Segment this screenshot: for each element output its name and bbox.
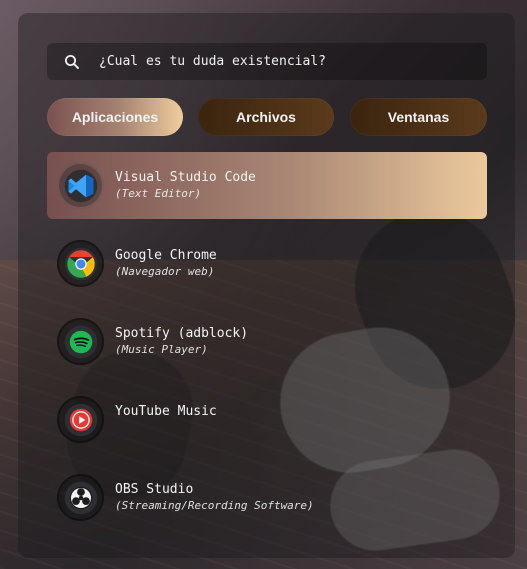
launcher-screen: Aplicaciones Archivos Ventanas Visual St… bbox=[0, 0, 527, 569]
app-text: OBS Studio (Streaming/Recording Software… bbox=[115, 482, 475, 513]
search-icon bbox=[63, 53, 81, 71]
app-icon-wrap bbox=[57, 396, 104, 443]
tab-label: Ventanas bbox=[387, 109, 450, 125]
tabs: Aplicaciones Archivos Ventanas bbox=[47, 98, 487, 136]
list-item[interactable]: YouTube Music bbox=[47, 386, 487, 453]
app-description: (Text Editor) bbox=[115, 187, 202, 200]
app-icon-wrap bbox=[57, 240, 104, 287]
app-description: (Navegador web) bbox=[115, 265, 215, 278]
search-bar[interactable] bbox=[47, 43, 487, 80]
search-input[interactable] bbox=[99, 54, 459, 69]
app-list: Visual Studio Code (Text Editor) Google … bbox=[47, 152, 487, 542]
app-text: Google Chrome (Navegador web) bbox=[115, 248, 475, 279]
app-text: Visual Studio Code (Text Editor) bbox=[115, 170, 475, 201]
app-text: YouTube Music bbox=[115, 404, 475, 421]
tab-ventanas[interactable]: Ventanas bbox=[350, 98, 487, 136]
app-name: YouTube Music bbox=[115, 404, 217, 419]
app-name: Spotify (adblock) bbox=[115, 326, 249, 341]
list-item[interactable]: Spotify (adblock) (Music Player) bbox=[47, 308, 487, 375]
app-name: Visual Studio Code bbox=[115, 170, 256, 185]
list-item[interactable]: Google Chrome (Navegador web) bbox=[47, 230, 487, 297]
spotify-icon bbox=[64, 325, 97, 358]
list-item[interactable]: OBS Studio (Streaming/Recording Software… bbox=[47, 464, 487, 531]
app-name: OBS Studio bbox=[115, 482, 194, 497]
app-icon-wrap bbox=[57, 318, 104, 365]
tab-archivos[interactable]: Archivos bbox=[198, 98, 334, 136]
obs-icon bbox=[64, 481, 97, 514]
app-description: (Music Player) bbox=[115, 343, 208, 356]
tab-aplicaciones[interactable]: Aplicaciones bbox=[47, 98, 183, 136]
vscode-icon bbox=[64, 169, 97, 202]
tab-label: Aplicaciones bbox=[71, 109, 159, 125]
app-description: (Streaming/Recording Software) bbox=[115, 499, 314, 512]
tab-label: Archivos bbox=[236, 109, 296, 125]
app-icon-wrap bbox=[57, 474, 104, 521]
app-icon-wrap bbox=[57, 162, 104, 209]
app-name: Google Chrome bbox=[115, 248, 217, 263]
youtube-music-icon bbox=[64, 403, 97, 436]
chrome-icon bbox=[64, 247, 97, 280]
list-item[interactable]: Visual Studio Code (Text Editor) bbox=[47, 152, 487, 219]
app-text: Spotify (adblock) (Music Player) bbox=[115, 326, 475, 357]
